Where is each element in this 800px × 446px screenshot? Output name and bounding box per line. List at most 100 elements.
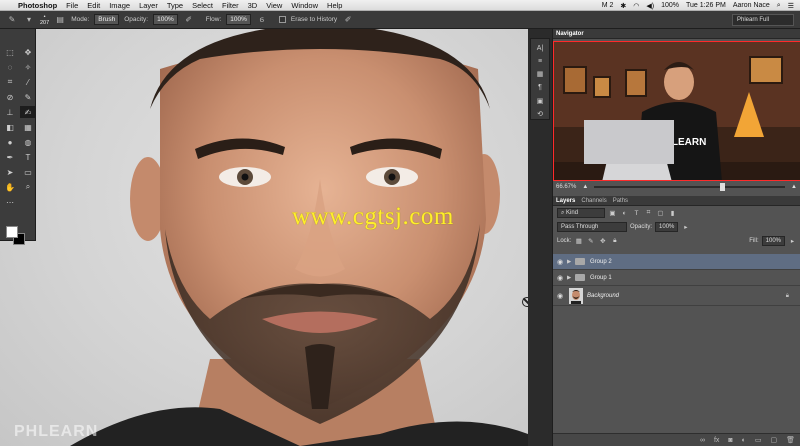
layer-lock-icon[interactable]: 🔒︎: [786, 293, 789, 300]
menu-layer[interactable]: Layer: [139, 1, 158, 10]
delete-layer-icon[interactable]: 🗑︎: [786, 436, 795, 444]
menu-image[interactable]: Image: [109, 1, 130, 10]
lock-position-icon[interactable]: ✥: [598, 237, 607, 246]
tab-navigator[interactable]: Navigator: [556, 31, 584, 37]
status-m2[interactable]: M 2: [602, 2, 614, 9]
new-adjustment-icon[interactable]: ◐: [742, 437, 746, 444]
magic-wand-tool-icon[interactable]: ✧: [20, 61, 36, 73]
crop-tool-icon[interactable]: ⌗: [2, 76, 18, 88]
link-layers-icon[interactable]: ∞: [700, 437, 705, 444]
group-expand-icon[interactable]: ▶: [567, 275, 575, 281]
smart-object-filter-icon[interactable]: ▢: [656, 209, 665, 218]
menu-type[interactable]: Type: [167, 1, 183, 10]
history-panel-icon[interactable]: ⟲: [533, 109, 547, 119]
new-group-icon[interactable]: ▭: [755, 436, 762, 444]
layer-row-background[interactable]: ◉ Background 🔒︎: [553, 287, 800, 306]
search-icon[interactable]: ⌕: [777, 2, 781, 10]
eraser-tool-icon[interactable]: ◧: [2, 121, 18, 133]
layer-opacity-field[interactable]: 100%: [655, 222, 679, 232]
foreground-color-swatch[interactable]: [6, 226, 18, 238]
blend-mode-select[interactable]: Pass Through: [557, 222, 627, 232]
menu-view[interactable]: View: [266, 1, 282, 10]
zoom-value[interactable]: 66.67%: [556, 184, 576, 190]
menu-help[interactable]: Help: [327, 1, 342, 10]
hand-tool-icon[interactable]: ✋: [2, 181, 18, 193]
layer-row-group-1[interactable]: ◉ ▶ Group 1: [553, 270, 800, 286]
visibility-eye-icon[interactable]: ◉: [553, 292, 567, 300]
lock-all-icon[interactable]: 🔒︎: [610, 237, 619, 246]
fill-field[interactable]: 100%: [761, 236, 785, 246]
move-tool-icon[interactable]: ✥: [20, 46, 36, 58]
eyedropper-tool-icon[interactable]: ⁄: [20, 76, 36, 88]
zoom-tool-icon[interactable]: ⌕: [20, 181, 36, 193]
add-mask-icon[interactable]: ◙: [728, 437, 732, 444]
volume-icon[interactable]: ◀): [646, 2, 654, 10]
adjustments-panel-icon[interactable]: ≡: [533, 56, 547, 66]
tab-channels[interactable]: Channels: [581, 198, 606, 204]
brush-tool-icon[interactable]: ✎: [20, 91, 36, 103]
blur-tool-icon[interactable]: ●: [2, 136, 18, 148]
swatches-panel-icon[interactable]: ▦: [533, 69, 547, 79]
visibility-eye-icon[interactable]: ◉: [553, 258, 567, 266]
new-layer-icon[interactable]: ▢: [770, 436, 777, 444]
history-brush-tool-icon[interactable]: ✍: [20, 106, 36, 118]
menu-filter[interactable]: Filter: [222, 1, 239, 10]
brush-preset-picker[interactable]: • 207: [40, 14, 49, 26]
filter-toggle-icon[interactable]: ▮: [668, 209, 677, 218]
path-selection-tool-icon[interactable]: ➤: [2, 166, 18, 178]
filter-kind-select[interactable]: ⌕ Kind: [557, 208, 605, 218]
lock-image-icon[interactable]: ✎: [586, 237, 595, 246]
pen-tool-icon[interactable]: ✒: [2, 151, 18, 163]
zoom-slider-knob[interactable]: [720, 182, 726, 191]
user-name[interactable]: Aaron Nace: [733, 2, 770, 9]
healing-brush-tool-icon[interactable]: ⊘: [2, 91, 18, 103]
paragraph-panel-icon[interactable]: ¶: [533, 83, 547, 93]
group-expand-icon[interactable]: ▶: [567, 259, 575, 265]
menu-edit[interactable]: Edit: [87, 1, 100, 10]
type-filter-icon[interactable]: T: [632, 209, 641, 218]
menu-file[interactable]: File: [66, 1, 78, 10]
layer-row-group-2[interactable]: ◉ ▶ Group 2: [553, 254, 800, 270]
shape-tool-icon[interactable]: ▭: [20, 166, 36, 178]
character-panel-icon[interactable]: A|: [533, 43, 547, 53]
properties-panel-icon[interactable]: ▣: [533, 96, 547, 106]
gradient-tool-icon[interactable]: ▦: [20, 121, 36, 133]
brush-panel-icon[interactable]: ▤: [54, 14, 66, 26]
zoom-slider[interactable]: [594, 182, 786, 191]
zoom-out-icon[interactable]: ▲: [582, 184, 588, 190]
battery-status[interactable]: 100%: [661, 2, 679, 9]
workspace-select[interactable]: Phlearn Full: [732, 14, 794, 26]
menu-3d[interactable]: 3D: [248, 1, 258, 10]
visibility-eye-icon[interactable]: ◉: [553, 274, 567, 282]
erase-history-checkbox[interactable]: [278, 16, 286, 23]
dropdown-arrow-icon[interactable]: ▾: [23, 14, 35, 26]
marquee-tool-icon[interactable]: ⬚: [2, 46, 18, 58]
zoom-in-icon[interactable]: ▲: [791, 184, 797, 190]
fill-arrow-icon[interactable]: ▸: [788, 237, 797, 246]
menu-select[interactable]: Select: [192, 1, 213, 10]
pressure-opacity-icon[interactable]: ✐: [183, 14, 195, 26]
shape-filter-icon[interactable]: ⌗: [644, 209, 653, 218]
mode-select[interactable]: Brush: [94, 14, 120, 25]
tab-paths[interactable]: Paths: [613, 198, 628, 204]
edit-toolbar-icon[interactable]: ⋯: [2, 196, 18, 208]
navigator-thumbnail[interactable]: PHLEARN: [553, 41, 800, 181]
tab-layers[interactable]: Layers: [556, 198, 575, 204]
app-menu[interactable]: Photoshop: [18, 1, 57, 10]
type-tool-icon[interactable]: T: [20, 151, 36, 163]
dodge-tool-icon[interactable]: ◍: [20, 136, 36, 148]
list-icon[interactable]: ☰: [788, 2, 794, 10]
flow-field[interactable]: 100%: [226, 14, 251, 25]
document-canvas[interactable]: PHLEARN: [0, 29, 528, 446]
opacity-field[interactable]: 100%: [153, 14, 178, 25]
lasso-tool-icon[interactable]: ◌: [2, 61, 18, 73]
pressure-size-icon[interactable]: ✐: [342, 14, 354, 26]
opacity-arrow-icon[interactable]: ▸: [681, 223, 690, 232]
history-brush-icon[interactable]: ✎: [6, 14, 18, 26]
bluetooth-icon[interactable]: ✱: [620, 2, 626, 10]
clone-stamp-tool-icon[interactable]: ⊥: [2, 106, 18, 118]
pixel-filter-icon[interactable]: ▣: [608, 209, 617, 218]
lock-transparent-icon[interactable]: ▦: [574, 237, 583, 246]
airbrush-icon[interactable]: ϭ: [256, 14, 268, 26]
layer-style-icon[interactable]: fx: [714, 437, 719, 444]
